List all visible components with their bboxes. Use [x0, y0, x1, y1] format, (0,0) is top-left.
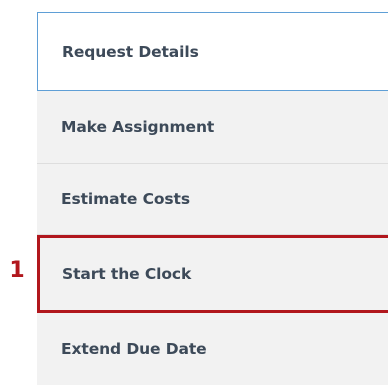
nav-item-make-assignment[interactable]: Make Assignment: [37, 91, 388, 164]
nav-item-label: Start the Clock: [62, 265, 192, 283]
nav-item-estimate-costs[interactable]: Estimate Costs: [37, 164, 388, 235]
workflow-sidebar: Request Details Make Assignment Estimate…: [0, 0, 388, 385]
nav-item-start-the-clock[interactable]: Start the Clock: [37, 235, 388, 313]
nav-item-extend-due-date[interactable]: Extend Due Date: [37, 313, 388, 385]
nav-item-label: Request Details: [62, 42, 199, 61]
step-callout-number: 1: [9, 258, 25, 283]
nav-item-label: Extend Due Date: [61, 340, 207, 358]
nav-item-label: Make Assignment: [61, 118, 215, 136]
nav-item-request-details[interactable]: Request Details: [37, 12, 388, 91]
nav-item-label: Estimate Costs: [61, 190, 190, 208]
